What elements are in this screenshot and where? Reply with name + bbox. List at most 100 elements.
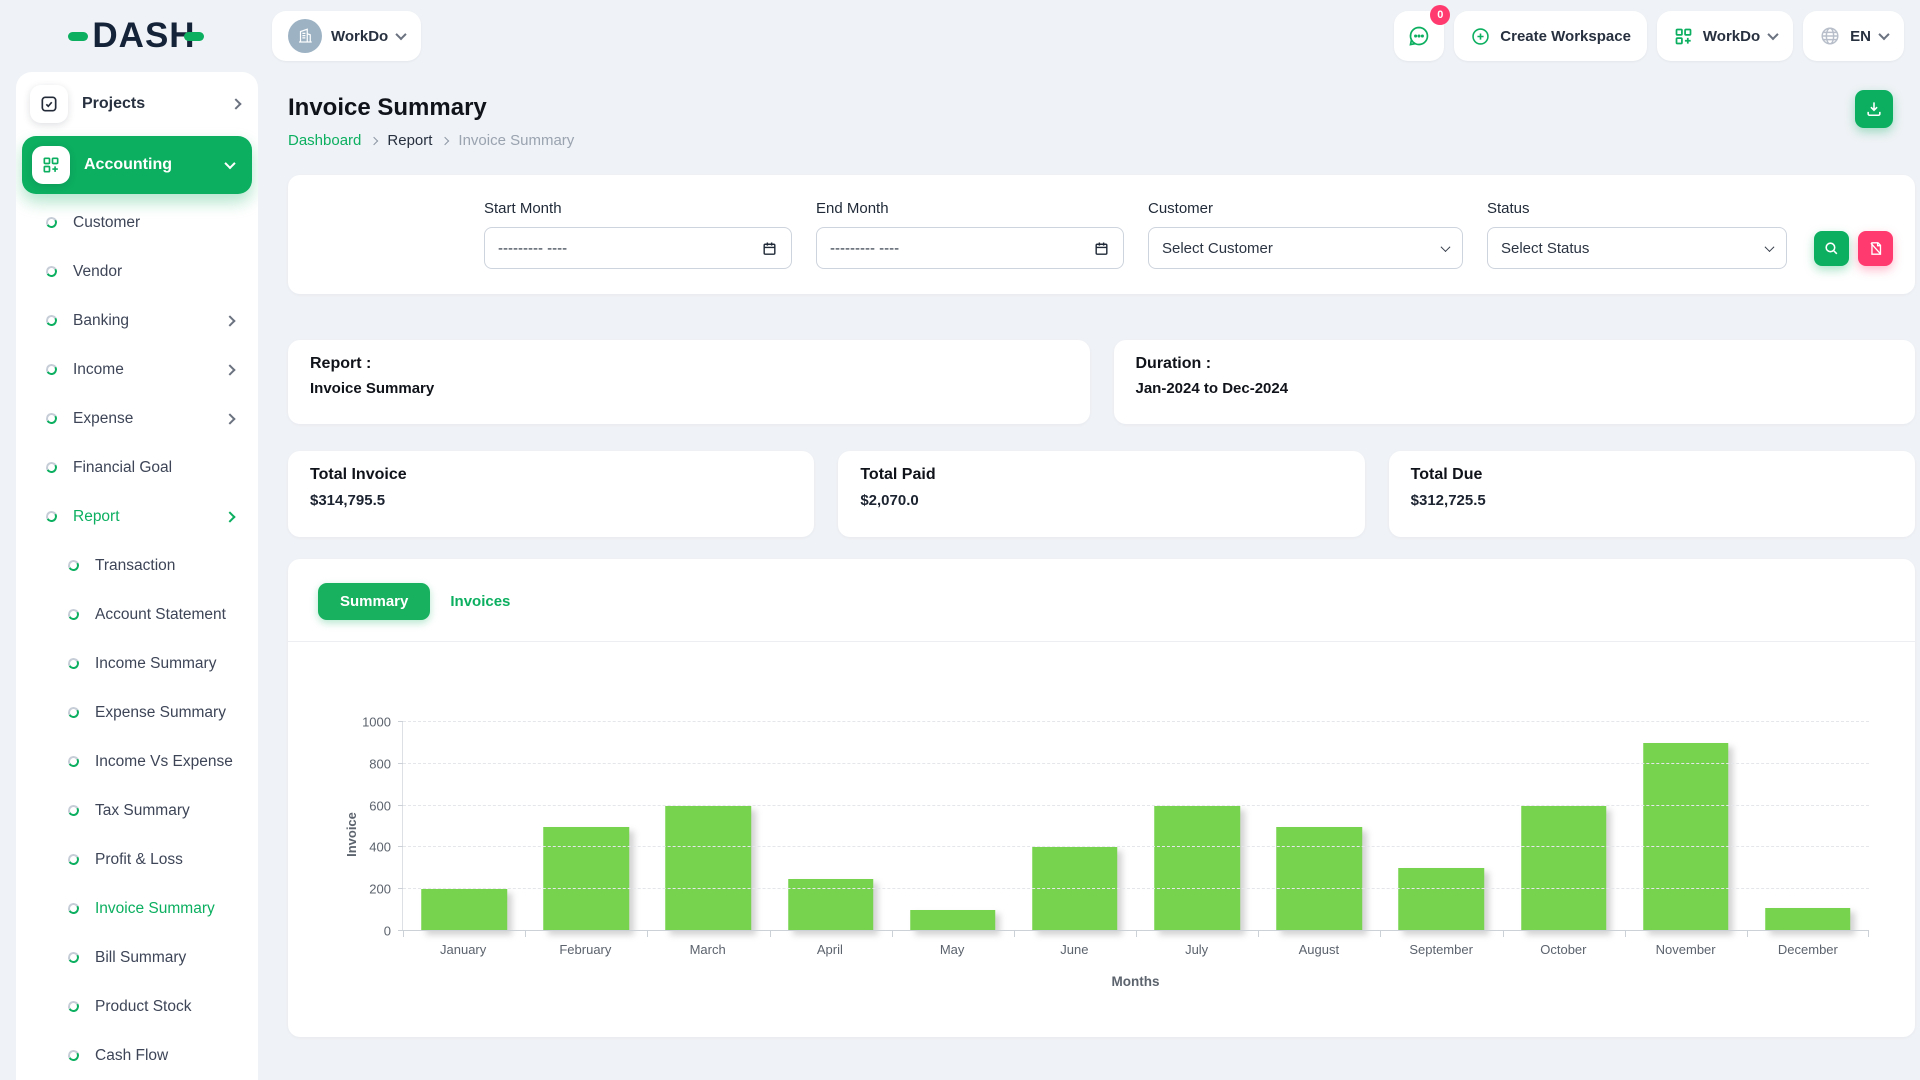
topbar-actions: 0 Create Workspace WorkDo EN <box>1394 11 1920 61</box>
y-tick-mark <box>398 888 403 889</box>
y-tick-label: 800 <box>369 756 391 771</box>
calendar-icon <box>761 240 778 257</box>
sidebar-item-label: Income Vs Expense <box>95 753 234 771</box>
workdo-apps-menu[interactable]: WorkDo <box>1657 11 1793 61</box>
app-logo[interactable]: DASH <box>0 16 272 56</box>
invoice-bar-chart: Invoice 02004006008001000 JanuaryFebruar… <box>312 722 1891 989</box>
bullet-icon <box>45 412 58 425</box>
total-card-total-paid: Total Paid$2,070.0 <box>838 451 1364 537</box>
bar-february <box>543 827 629 932</box>
bar-cell-april <box>770 722 892 931</box>
sidebar-item-financial-goal[interactable]: Financial Goal <box>16 443 258 492</box>
chart-plot-area: Invoice 02004006008001000 <box>402 722 1869 931</box>
breadcrumb-current: Invoice Summary <box>458 132 574 149</box>
breadcrumb-dashboard[interactable]: Dashboard <box>288 132 361 149</box>
bar-may <box>910 910 996 931</box>
chevron-right-icon <box>224 511 235 522</box>
sidebar-item-label: Product Stock <box>95 998 234 1016</box>
start-month-input[interactable]: --------- ---- <box>484 227 792 269</box>
bullet-icon <box>67 706 80 719</box>
sidebar-item-account-statement[interactable]: Account Statement <box>16 590 258 639</box>
x-tick-label: October <box>1502 942 1624 957</box>
sidebar-item-income[interactable]: Income <box>16 345 258 394</box>
status-select[interactable]: Select Status <box>1487 227 1787 269</box>
main-content: Invoice Summary Dashboard Report Invoice… <box>288 72 1915 1080</box>
sidebar-item-accounting[interactable]: Accounting <box>22 136 252 194</box>
chevron-down-icon <box>1441 242 1451 252</box>
sidebar-item-bill-summary[interactable]: Bill Summary <box>16 933 258 982</box>
download-report-button[interactable] <box>1855 90 1893 128</box>
x-tick-label: August <box>1258 942 1380 957</box>
tab-summary[interactable]: Summary <box>318 583 430 620</box>
search-icon <box>1823 240 1840 257</box>
sidebar-item-expense[interactable]: Expense <box>16 394 258 443</box>
globe-icon <box>1819 25 1841 47</box>
report-info-row: Report : Invoice Summary Duration : Jan-… <box>288 340 1915 424</box>
page-header: Invoice Summary Dashboard Report Invoice… <box>288 94 1915 149</box>
gridline-200 <box>403 888 1869 889</box>
sidebar-item-expense-summary[interactable]: Expense Summary <box>16 688 258 737</box>
end-month-field: End Month --------- ---- <box>816 200 1124 269</box>
bar-cell-august <box>1258 722 1380 931</box>
page-title: Invoice Summary <box>288 94 1915 122</box>
chart-x-labels: JanuaryFebruaryMarchAprilMayJuneJulyAugu… <box>402 942 1869 957</box>
sidebar-item-tax-summary[interactable]: Tax Summary <box>16 786 258 835</box>
bullet-icon <box>45 314 58 327</box>
chevron-right-icon <box>370 136 378 144</box>
bullet-icon <box>67 608 80 621</box>
end-month-input[interactable]: --------- ---- <box>816 227 1124 269</box>
sidebar-item-cash-flow[interactable]: Cash Flow <box>16 1031 258 1080</box>
customer-field: Customer Select Customer <box>1148 200 1463 269</box>
y-tick-mark <box>398 763 403 764</box>
customer-select[interactable]: Select Customer <box>1148 227 1463 269</box>
x-tick-label: January <box>402 942 524 957</box>
bar-december <box>1765 908 1851 931</box>
sidebar-item-label: Financial Goal <box>73 459 234 477</box>
create-workspace-button[interactable]: Create Workspace <box>1454 11 1647 61</box>
duration-card: Duration : Jan-2024 to Dec-2024 <box>1114 340 1916 424</box>
chart-y-axis-label: Invoice <box>344 812 359 857</box>
sidebar-item-transaction[interactable]: Transaction <box>16 541 258 590</box>
chevron-down-icon <box>396 29 407 40</box>
x-tick-label: December <box>1747 942 1869 957</box>
x-tick-mark <box>403 931 404 937</box>
gridline-400 <box>403 846 1869 847</box>
sidebar-item-product-stock[interactable]: Product Stock <box>16 982 258 1031</box>
tab-invoices[interactable]: Invoices <box>450 593 510 610</box>
sidebar-item-income-summary[interactable]: Income Summary <box>16 639 258 688</box>
report-card-value: Invoice Summary <box>310 380 1068 397</box>
bar-january <box>421 889 507 931</box>
sidebar-item-customer[interactable]: Customer <box>16 198 258 247</box>
sidebar-item-report[interactable]: Report <box>16 492 258 541</box>
apply-filter-button[interactable] <box>1814 231 1849 266</box>
bar-cell-may <box>892 722 1014 931</box>
sidebar-item-label: Profit & Loss <box>95 851 234 869</box>
accounting-icon <box>32 146 70 184</box>
x-tick-mark <box>1747 931 1748 937</box>
sidebar-item-label: Income <box>73 361 210 379</box>
chevron-down-icon <box>224 158 235 169</box>
workspace-selector[interactable]: WorkDo <box>272 11 421 61</box>
sidebar-item-invoice-summary[interactable]: Invoice Summary <box>16 884 258 933</box>
sidebar: ProjectsAccountingCustomerVendorBanking I… <box>16 72 258 1080</box>
sidebar-item-projects[interactable]: Projects <box>16 76 258 132</box>
bullet-icon <box>67 1049 80 1062</box>
sidebar-item-vendor[interactable]: Vendor <box>16 247 258 296</box>
bar-cell-february <box>525 722 647 931</box>
x-tick-mark <box>647 931 648 937</box>
language-selector[interactable]: EN <box>1803 11 1904 61</box>
sidebar-item-profit-loss[interactable]: Profit & Loss <box>16 835 258 884</box>
sidebar-item-banking[interactable]: Banking <box>16 296 258 345</box>
breadcrumb-report[interactable]: Report <box>387 132 432 149</box>
sidebar-item-label: Report <box>73 508 210 526</box>
sidebar-item-income-vs-expense[interactable]: Income Vs Expense <box>16 737 258 786</box>
reset-filter-button[interactable] <box>1858 231 1893 266</box>
chat-icon <box>1407 24 1431 48</box>
chart-x-axis-label: Months <box>402 974 1869 989</box>
chevron-down-icon <box>1767 29 1778 40</box>
tabs-divider <box>288 641 1915 642</box>
messages-button[interactable]: 0 <box>1394 11 1444 61</box>
total-card-value: $314,795.5 <box>310 492 792 509</box>
end-month-value: --------- ---- <box>830 240 899 257</box>
chevron-right-icon <box>230 98 241 109</box>
